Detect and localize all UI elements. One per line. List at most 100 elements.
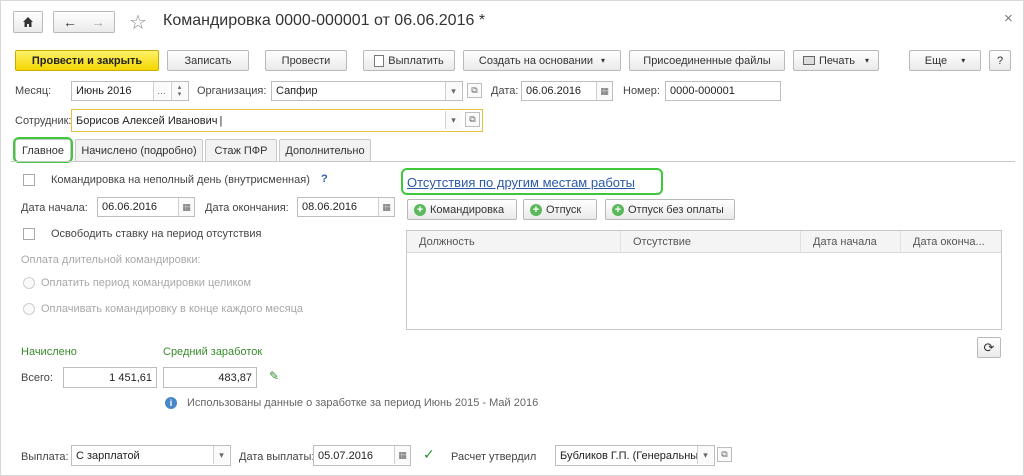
ellipsis-icon[interactable]: … <box>153 82 169 100</box>
absences-table[interactable]: Должность Отсутствие Дата начала Дата ок… <box>406 230 1002 330</box>
edit-pencil-icon[interactable]: ✎ <box>269 369 279 383</box>
create-based-on-button[interactable]: Создать на основании ▾ <box>463 50 621 71</box>
history-nav[interactable]: ← → <box>53 11 115 33</box>
open-icon[interactable]: ⧉ <box>717 447 732 462</box>
dropdown-arrow-icon: ▾ <box>961 56 966 65</box>
forward-arrow-icon[interactable]: → <box>91 14 105 30</box>
tab-highlight <box>13 137 73 163</box>
payout-date-value: 05.07.2016 <box>318 449 374 462</box>
start-date-label: Дата начала: <box>21 202 88 214</box>
average-earnings-value: 483,87 <box>218 371 252 384</box>
employee-field[interactable]: Борисов Алексей Иванович | <box>71 109 483 132</box>
organization-label: Организация: <box>197 85 267 97</box>
add-vacation-button[interactable]: + Отпуск <box>523 199 597 220</box>
release-rate-label: Освободить ставку на период отсутствия <box>51 228 262 240</box>
approver-value: Бубликов Г.П. (Генеральны <box>560 449 699 462</box>
tab-additional[interactable]: Дополнительно <box>279 139 371 161</box>
start-date-value: 06.06.2016 <box>102 201 158 213</box>
tab-pfr-experience[interactable]: Стаж ПФР <box>205 139 277 161</box>
calendar-icon[interactable]: ▦ <box>378 198 394 216</box>
calendar-icon[interactable]: ▦ <box>596 82 612 100</box>
month-label: Месяц: <box>15 85 52 97</box>
back-arrow-icon[interactable]: ← <box>63 14 77 30</box>
number-value: 0000-000001 <box>670 85 735 97</box>
average-earnings-field[interactable]: 483,87 <box>163 367 257 388</box>
pay-monthly-radio[interactable] <box>23 303 35 315</box>
column-position[interactable]: Должность <box>407 231 621 253</box>
payout-value: С зарплатой <box>76 449 140 462</box>
add-trip-button[interactable]: + Командировка <box>407 199 517 220</box>
end-date-value: 08.06.2016 <box>302 201 358 213</box>
month-spinner-icon[interactable]: ▴ ▾ <box>171 82 187 100</box>
column-end-date[interactable]: Дата оконча... <box>901 231 1001 253</box>
end-date-label: Дата окончания: <box>205 202 289 214</box>
approver-field[interactable]: Бубликов Г.П. (Генеральны <box>555 445 715 466</box>
add-vacation-label: Отпуск <box>546 203 582 216</box>
print-button-label: Печать <box>818 54 856 67</box>
create-based-on-label: Создать на основании <box>478 54 594 67</box>
approved-checkbox[interactable]: ✓ <box>423 446 435 463</box>
column-start-date[interactable]: Дата начала <box>801 231 901 253</box>
post-button[interactable]: Провести <box>265 50 347 71</box>
number-field[interactable]: 0000-000001 <box>665 81 781 101</box>
payout-label: Выплата: <box>21 451 69 463</box>
date-label: Дата: <box>491 85 519 97</box>
help-button[interactable]: ? <box>989 50 1011 71</box>
earnings-info-text: Использованы данные о заработке за перио… <box>187 397 539 409</box>
dropdown-arrow-icon: ▾ <box>865 56 870 65</box>
open-icon[interactable]: ⧉ <box>465 112 480 127</box>
column-absence[interactable]: Отсутствие <box>621 231 801 253</box>
organization-value: Сапфир <box>276 85 318 97</box>
document-icon <box>374 54 385 67</box>
pay-whole-label: Оплатить период командировки целиком <box>41 277 252 289</box>
link-highlight <box>401 168 663 195</box>
print-button[interactable]: Печать ▾ <box>793 50 879 71</box>
pay-button[interactable]: Выплатить <box>363 50 455 71</box>
attached-files-button[interactable]: Присоединенные файлы <box>629 50 785 71</box>
more-button[interactable]: Еще ▾ <box>909 50 981 71</box>
add-trip-label: Командировка <box>430 203 505 216</box>
open-icon[interactable]: ⧉ <box>467 83 482 98</box>
add-unpaid-leave-button[interactable]: + Отпуск без оплаты <box>605 199 735 220</box>
total-field[interactable]: 1 451,61 <box>63 367 157 388</box>
plus-icon: + <box>414 203 426 216</box>
add-unpaid-leave-label: Отпуск без оплаты <box>628 203 724 216</box>
long-trip-payment-label: Оплата длительной командировки: <box>21 254 201 266</box>
help-question-icon[interactable]: ? <box>321 173 328 185</box>
number-label: Номер: <box>623 85 660 97</box>
calendar-icon[interactable]: ▦ <box>178 198 194 216</box>
dropdown-arrow-icon[interactable]: ▾ <box>445 82 461 100</box>
printer-icon <box>802 56 815 65</box>
pay-button-label: Выплатить <box>388 54 444 67</box>
payout-field[interactable]: С зарплатой <box>71 445 231 466</box>
calendar-icon[interactable]: ▦ <box>394 446 410 464</box>
employee-value: Борисов Алексей Иванович <box>76 114 218 127</box>
more-button-label: Еще <box>924 54 948 67</box>
home-icon <box>23 17 33 27</box>
dropdown-arrow-icon[interactable]: ▾ <box>697 446 713 464</box>
plus-icon: + <box>530 203 542 216</box>
pay-monthly-label: Оплачивать командировку в конце каждого … <box>41 303 303 315</box>
pay-whole-radio[interactable] <box>23 277 35 289</box>
approved-label: Расчет утвердил <box>451 451 537 463</box>
save-button[interactable]: Записать <box>167 50 249 71</box>
document-window: ← → ☆ Командировка 0000-000001 от 06.06.… <box>0 0 1024 476</box>
info-icon: i <box>165 397 177 409</box>
accrued-label: Начислено <box>21 346 77 358</box>
dropdown-arrow-icon: ▾ <box>601 56 606 65</box>
total-label: Всего: <box>21 372 53 384</box>
star-icon[interactable]: ☆ <box>129 10 147 35</box>
close-icon[interactable]: × <box>1004 10 1013 27</box>
dropdown-arrow-icon[interactable]: ▾ <box>213 446 229 464</box>
tab-accrued-details[interactable]: Начислено (подробно) <box>75 139 203 161</box>
page-title: Командировка 0000-000001 от 06.06.2016 * <box>163 12 486 29</box>
post-and-close-button[interactable]: Провести и закрыть <box>15 50 159 71</box>
partial-day-checkbox[interactable] <box>23 174 35 186</box>
total-value: 1 451,61 <box>109 371 152 384</box>
text-cursor: | <box>219 114 223 127</box>
home-button[interactable] <box>13 11 43 33</box>
organization-field[interactable]: Сапфир <box>271 81 463 101</box>
release-rate-checkbox[interactable] <box>23 228 35 240</box>
refresh-icon[interactable]: ⟳ <box>977 337 1001 358</box>
dropdown-arrow-icon[interactable]: ▾ <box>445 111 461 129</box>
